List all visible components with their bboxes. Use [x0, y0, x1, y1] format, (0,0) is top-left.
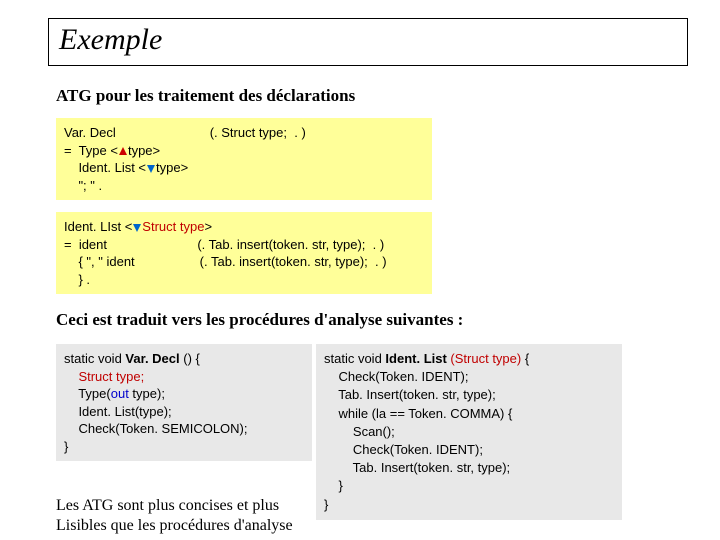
atg2-l3a: { ", " ident — [64, 254, 135, 269]
c2-l1b: Ident. List — [385, 351, 450, 366]
atg-block-1: Var. Decl (. Struct type; . ) = Type < ty… — [56, 118, 432, 200]
c2-l6: Check(Token. IDENT); — [324, 441, 614, 459]
c1-l3c: type); — [132, 386, 165, 401]
c1-l3a: Type( — [64, 386, 111, 401]
c2-l5: Scan(); — [324, 423, 614, 441]
c1-l1b: Var. Decl — [125, 351, 183, 366]
c2-l9: } — [324, 496, 614, 514]
atg1-l1b: (. Struct type; . ) — [210, 125, 306, 140]
c1-l3b: out — [111, 386, 133, 401]
atg2-l1c: > — [204, 219, 212, 234]
atg1-l3b: type> — [156, 160, 188, 175]
c1-l1c: () { — [183, 351, 200, 366]
atg1-l4: "; " . — [64, 177, 424, 195]
c2-l1d: { — [525, 351, 529, 366]
up-arrow-icon — [119, 147, 127, 155]
c2-l7: Tab. Insert(token. str, type); — [324, 459, 614, 477]
c2-l2: Check(Token. IDENT); — [324, 368, 614, 386]
atg1-l2a: = Type < — [64, 143, 118, 158]
atg2-l2a: = ident — [64, 237, 107, 252]
c1-l5: Check(Token. SEMICOLON); — [64, 420, 304, 438]
c1-l1a: static void — [64, 351, 125, 366]
atg2-l4: } . — [64, 271, 424, 289]
atg1-l2b: type> — [128, 143, 160, 158]
mid-text: Ceci est traduit vers les procédures d'a… — [56, 310, 463, 330]
footer-line-1: Les ATG sont plus concises et plus — [56, 496, 293, 516]
code-block-2: static void Ident. List (Struct type) { … — [316, 344, 622, 520]
down-arrow-icon — [147, 165, 155, 173]
atg-block-2: Ident. LIst < Struct type> = ident (. Tab… — [56, 212, 432, 294]
c1-l6: } — [64, 438, 304, 456]
atg2-l1a: Ident. LIst < — [64, 219, 132, 234]
atg1-l3a: Ident. List < — [64, 160, 146, 175]
c2-l1c: (Struct type) — [450, 351, 524, 366]
subtitle: ATG pour les traitement des déclarations — [56, 86, 355, 106]
atg2-l3b: (. Tab. insert(token. str, type); . ) — [200, 254, 387, 269]
c2-l1a: static void — [324, 351, 385, 366]
page-title: Exemple — [59, 23, 677, 57]
atg2-l2b: (. Tab. insert(token. str, type); . ) — [197, 237, 384, 252]
c1-l2: Struct type; — [64, 368, 304, 386]
footer-line-2: Lisibles que les procédures d'analyse — [56, 516, 293, 536]
atg1-l1a: Var. Decl — [64, 125, 116, 140]
atg2-l1b: Struct type — [142, 219, 204, 234]
footer-text: Les ATG sont plus concises et plus Lisib… — [56, 496, 293, 536]
c2-l4: while (la == Token. COMMA) { — [324, 405, 614, 423]
code-block-1: static void Var. Decl () { Struct type; … — [56, 344, 312, 461]
down-arrow-icon — [133, 224, 141, 232]
title-box: Exemple — [48, 18, 688, 66]
c2-l8: } — [324, 477, 614, 495]
c2-l3: Tab. Insert(token. str, type); — [324, 386, 614, 404]
c1-l4: Ident. List(type); — [64, 403, 304, 421]
